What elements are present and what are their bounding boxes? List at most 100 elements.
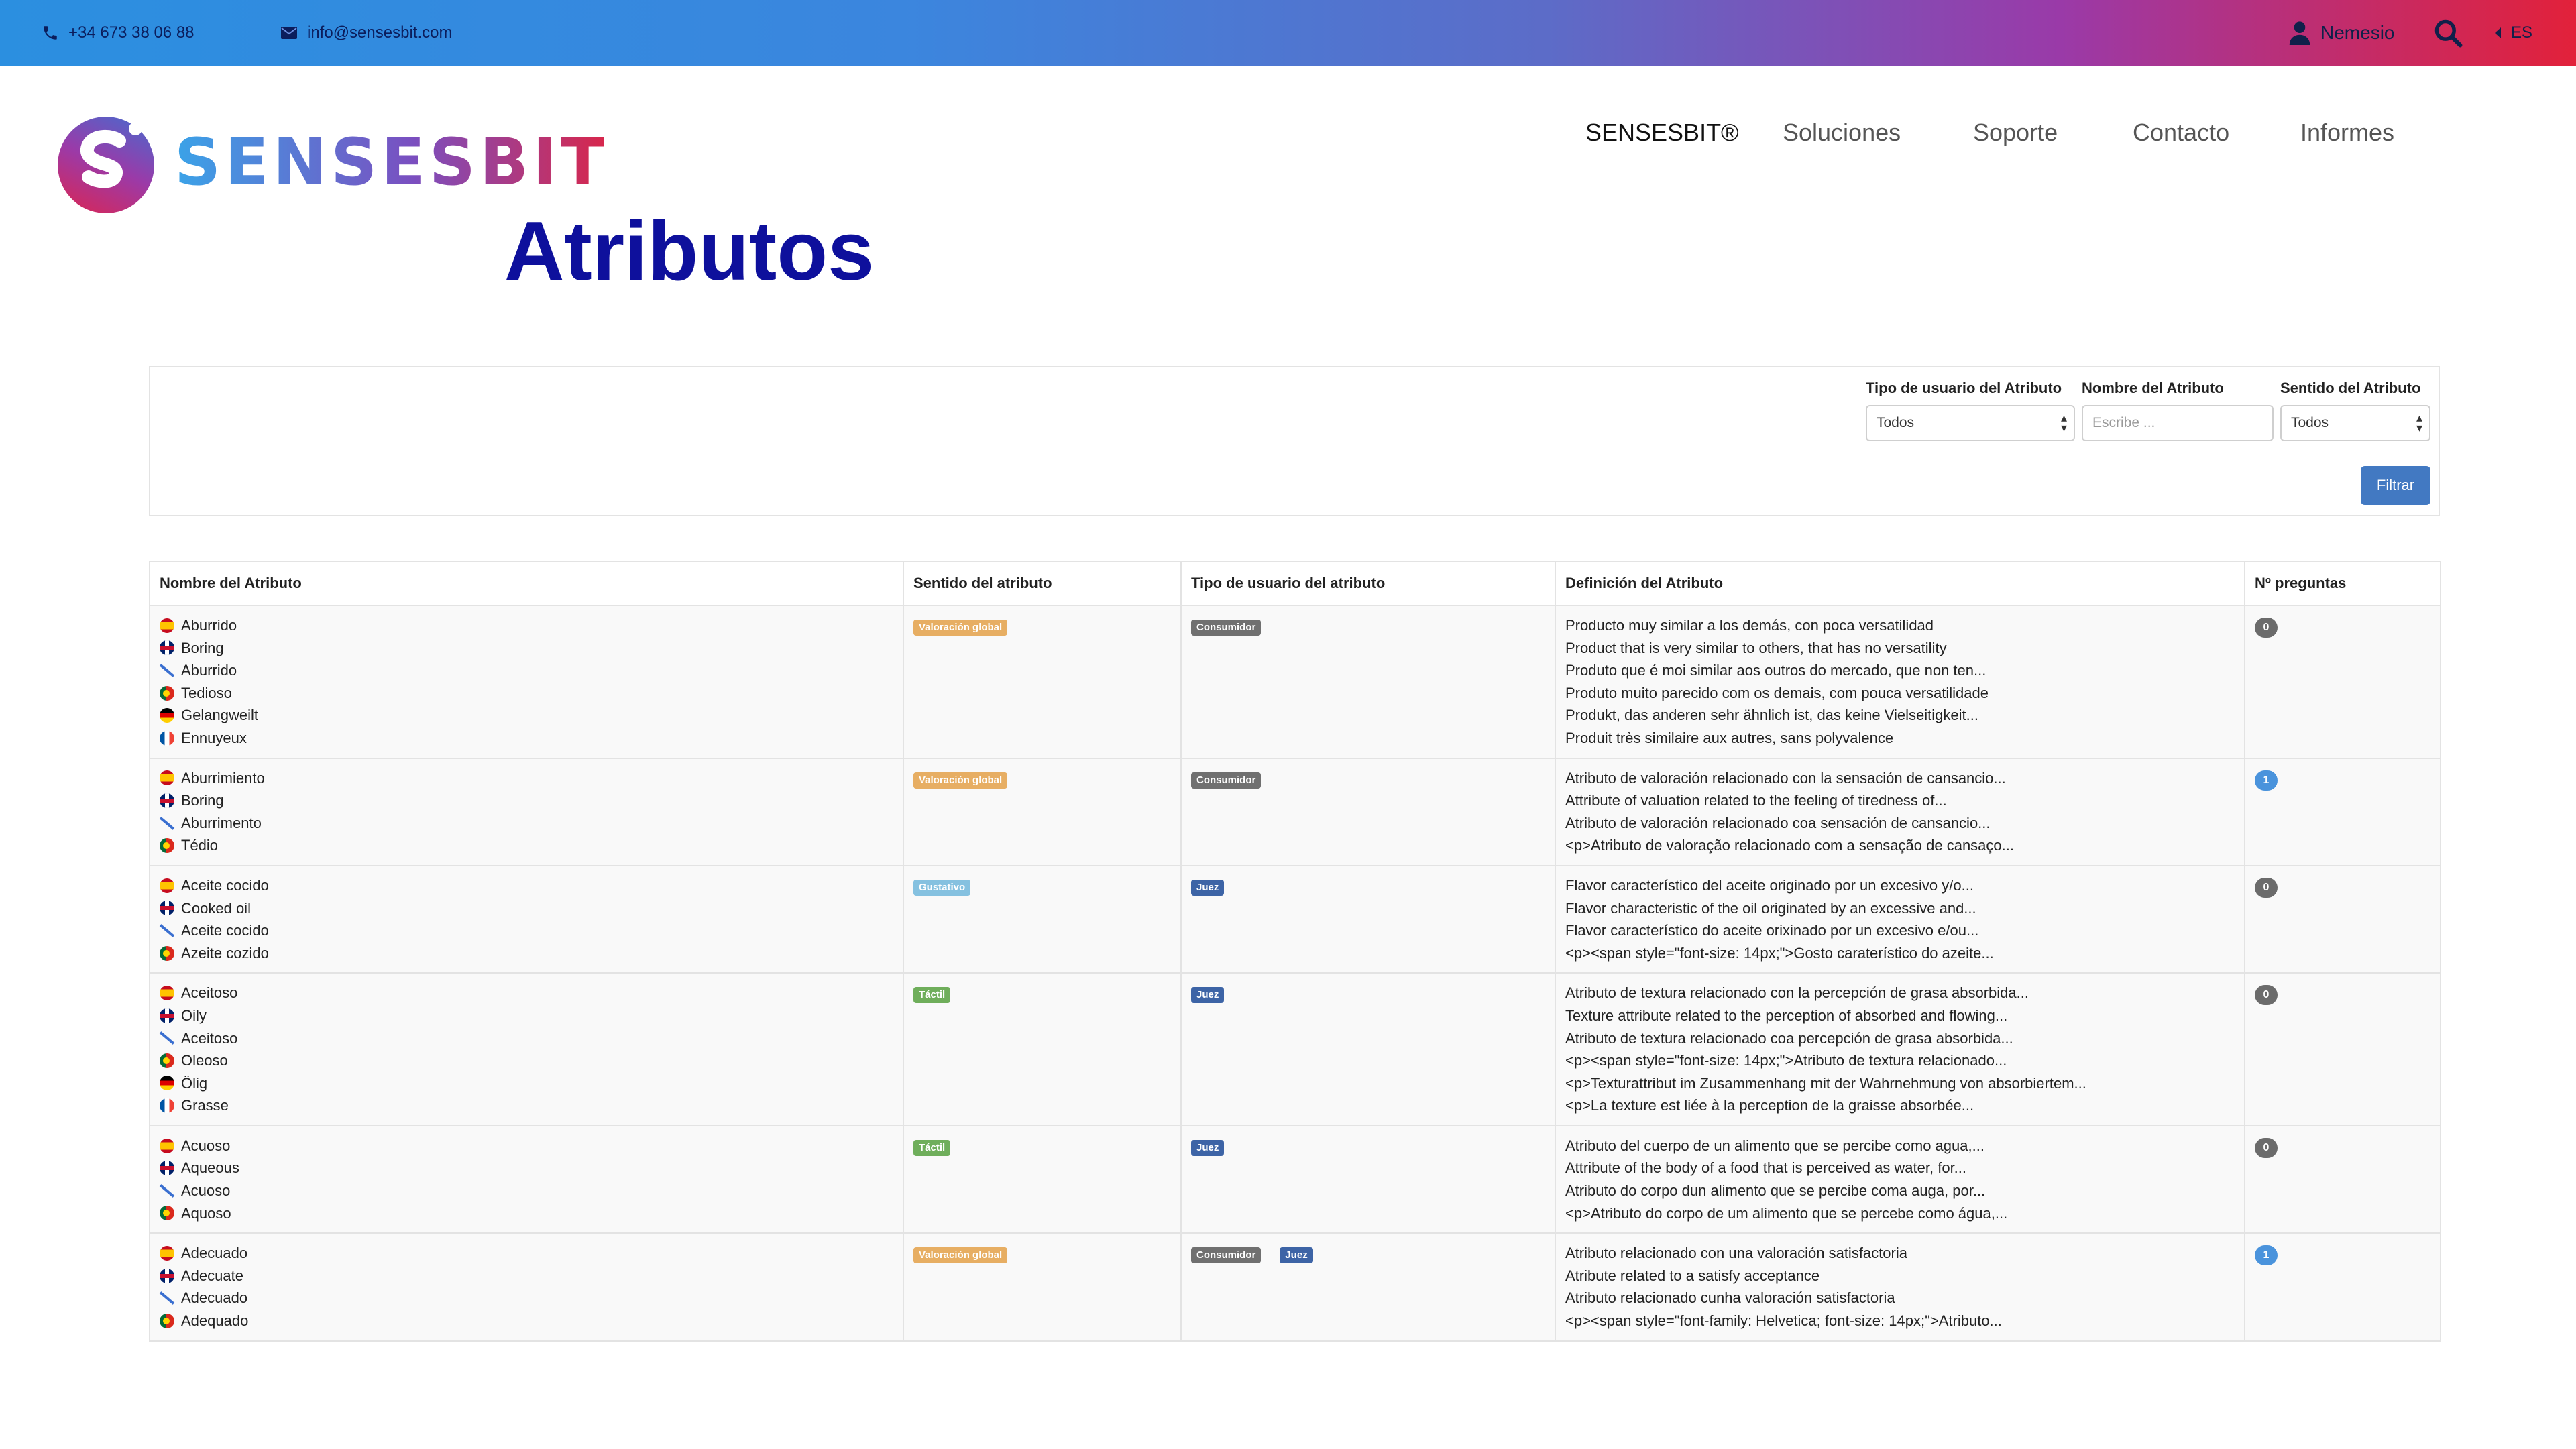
attribute-name-item[interactable]: Aqueous [160,1157,893,1179]
table-row[interactable]: Aceite cocido Cooked oil Aceite cocido Azei… [149,864,2441,974]
attribute-name-item[interactable]: Aquoso [160,1202,893,1225]
attribute-questions-cell: 1 [2244,757,2441,866]
nav-link-informes[interactable]: Informes [2300,119,2394,147]
attribute-name-item[interactable]: Acuoso [160,1135,893,1157]
attribute-name-text: Aquoso [181,1204,231,1222]
questions-count-badge[interactable]: 0 [2255,1137,2278,1158]
definition-line: Attribute of valuation related to the fe… [1565,792,1947,809]
email-contact[interactable]: info@sensesbit.com [280,0,452,66]
attribute-name-item[interactable]: Grasse [160,1094,893,1117]
definition-line: Atributo de textura relacionado coa perc… [1565,1029,2013,1047]
attribute-name-item[interactable]: Oily [160,1004,893,1027]
attribute-name-item[interactable]: Cooked oil [160,897,893,920]
questions-count-badge[interactable]: 1 [2255,1245,2278,1266]
user-type-filter-select[interactable]: Todos ▴ ▾ [1866,405,2075,441]
attribute-user-type-cell: Consumidor [1180,605,1556,759]
nav-item-contacto[interactable]: Contacto [2133,114,2229,152]
header-user-type[interactable]: Tipo de usuario del atributo [1180,561,1556,606]
header-questions[interactable]: Nº preguntas [2244,561,2441,606]
user-type-badge: Consumidor [1191,620,1262,636]
attribute-name-text: Adecuate [181,1267,243,1284]
nav-link-soluciones[interactable]: Soluciones [1783,119,1901,147]
attribute-name-text: Adequado [181,1312,249,1330]
attribute-user-type-cell: Consumidor Juez [1180,1232,1556,1342]
attribute-name-item[interactable]: Aburrimento [160,812,893,835]
definition-line: Product that is very similar to others, … [1565,639,1947,656]
table-row[interactable]: Acuoso Aqueous Acuoso Aquoso Táctil Juez Atrib… [149,1124,2441,1234]
attribute-name-item[interactable]: Tedioso [160,682,893,705]
attribute-names-cell: Aburrido Boring Aburrido Tedioso Gelangweilt… [149,605,904,759]
attribute-name-item[interactable]: Adecuado [160,1287,893,1310]
questions-count-badge[interactable]: 0 [2255,618,2278,638]
attribute-definition-cell: Producto muy similar a los demás, con po… [1555,605,2245,759]
attribute-name-text: Adecuado [181,1244,248,1262]
definition-line: Texture attribute related to the percept… [1565,1006,2008,1024]
attribute-name-text: Ölig [181,1074,208,1092]
questions-count-badge[interactable]: 1 [2255,770,2278,791]
attribute-name-item[interactable]: Adequado [160,1310,893,1332]
header-sense[interactable]: Sentido del atributo [903,561,1182,606]
attribute-name-item[interactable]: Oleoso [160,1049,893,1072]
sense-badge: Valoración global [913,620,1008,636]
attribute-name-item[interactable]: Azeite cozido [160,942,893,965]
attribute-name-item[interactable]: Boring [160,637,893,660]
header-definition[interactable]: Definición del Atributo [1555,561,2245,606]
nav-item-soluciones[interactable]: Soluciones [1783,114,1901,152]
attribute-name-item[interactable]: Tédio [160,834,893,857]
definition-line: Produto muito parecido com os demais, co… [1565,684,1989,701]
table-row[interactable]: Aburrido Boring Aburrido Tedioso Gelangweilt… [149,605,2441,759]
name-filter-input[interactable]: Escribe ... [2082,405,2274,441]
nav-link-soporte[interactable]: Soporte [1973,119,2058,147]
definition-line: <p>La texture est liée à la perception d… [1565,1097,1974,1114]
header-name[interactable]: Nombre del Atributo [149,561,904,606]
user-type-filter-value: Todos [1877,415,1915,430]
nav-item-soporte[interactable]: Soporte [1973,114,2058,152]
flag-es-icon [160,1138,174,1153]
attribute-name-item[interactable]: Adecuado [160,1242,893,1265]
questions-count-badge[interactable]: 0 [2255,985,2278,1006]
attribute-name-text: Acuoso [181,1182,231,1200]
attribute-name-text: Aceite cocido [181,876,269,894]
table-row[interactable]: Adecuado Adecuate Adecuado Adequado Valoraci… [149,1232,2441,1342]
attribute-name-item[interactable]: Aceite cocido [160,874,893,897]
attribute-name-item[interactable]: Aburrido [160,614,893,637]
attribute-name-text: Boring [181,792,224,809]
attribute-name-item[interactable]: Aburrido [160,659,893,682]
mail-icon [281,27,297,39]
sense-filter-select[interactable]: Todos ▴ ▾ [2280,405,2430,441]
language-selector[interactable]: ES [2494,0,2532,66]
attribute-name-item[interactable]: Boring [160,789,893,812]
definition-line: <p><span style="font-size: 14px;">Gosto … [1565,944,1994,962]
attribute-name-item[interactable]: Aceite cocido [160,919,893,942]
attribute-name-item[interactable]: Aburrimiento [160,767,893,790]
flag-es-icon [160,986,174,1001]
attribute-name-item[interactable]: Aceitoso [160,1027,893,1050]
attribute-name-item[interactable]: Acuoso [160,1179,893,1202]
questions-count-badge[interactable]: 0 [2255,877,2278,898]
table-row[interactable]: Aceitoso Oily Aceitoso Oleoso Ölig Grasse Táct… [149,972,2441,1126]
attribute-name-text: Gelangweilt [181,707,258,724]
brand-logo[interactable]: SENSESBIT [52,107,608,217]
user-menu[interactable]: Nemesio [2288,0,2394,66]
definition-line: Atributo de valoración relacionado coa s… [1565,814,1991,831]
search-button[interactable] [2433,0,2472,66]
nav-link-contacto[interactable]: Contacto [2133,119,2229,147]
attribute-names-cell: Aburrimiento Boring Aburrimento Tédio [149,757,904,866]
attribute-name-item[interactable]: Adecuate [160,1265,893,1287]
attribute-name-text: Oily [181,1006,207,1024]
attribute-name-text: Adecuado [181,1289,248,1307]
attribute-name-item[interactable]: Gelangweilt [160,704,893,727]
attribute-questions-cell: 0 [2244,605,2441,759]
attribute-name-item[interactable]: Ennuyeux [160,727,893,750]
filter-button[interactable]: Filtrar [2361,466,2430,505]
nav-item-sensesbit[interactable]: SENSESBIT® [1585,114,1739,152]
nav-item-informes[interactable]: Informes [2300,114,2394,152]
attribute-definition-cell: Atributo del cuerpo de un alimento que s… [1555,1124,2245,1234]
nav-link-sensesbit[interactable]: SENSESBIT® [1585,119,1739,147]
attribute-name-item[interactable]: Ölig [160,1072,893,1095]
table-header-row: Nombre del Atributo Sentido del atributo… [149,561,2441,606]
table-row[interactable]: Aburrimiento Boring Aburrimento Tédio Valora… [149,757,2441,866]
attribute-name-item[interactable]: Aceitoso [160,982,893,1004]
attribute-questions-cell: 0 [2244,1124,2441,1234]
phone-contact[interactable]: +34 673 38 06 88 [42,0,194,66]
